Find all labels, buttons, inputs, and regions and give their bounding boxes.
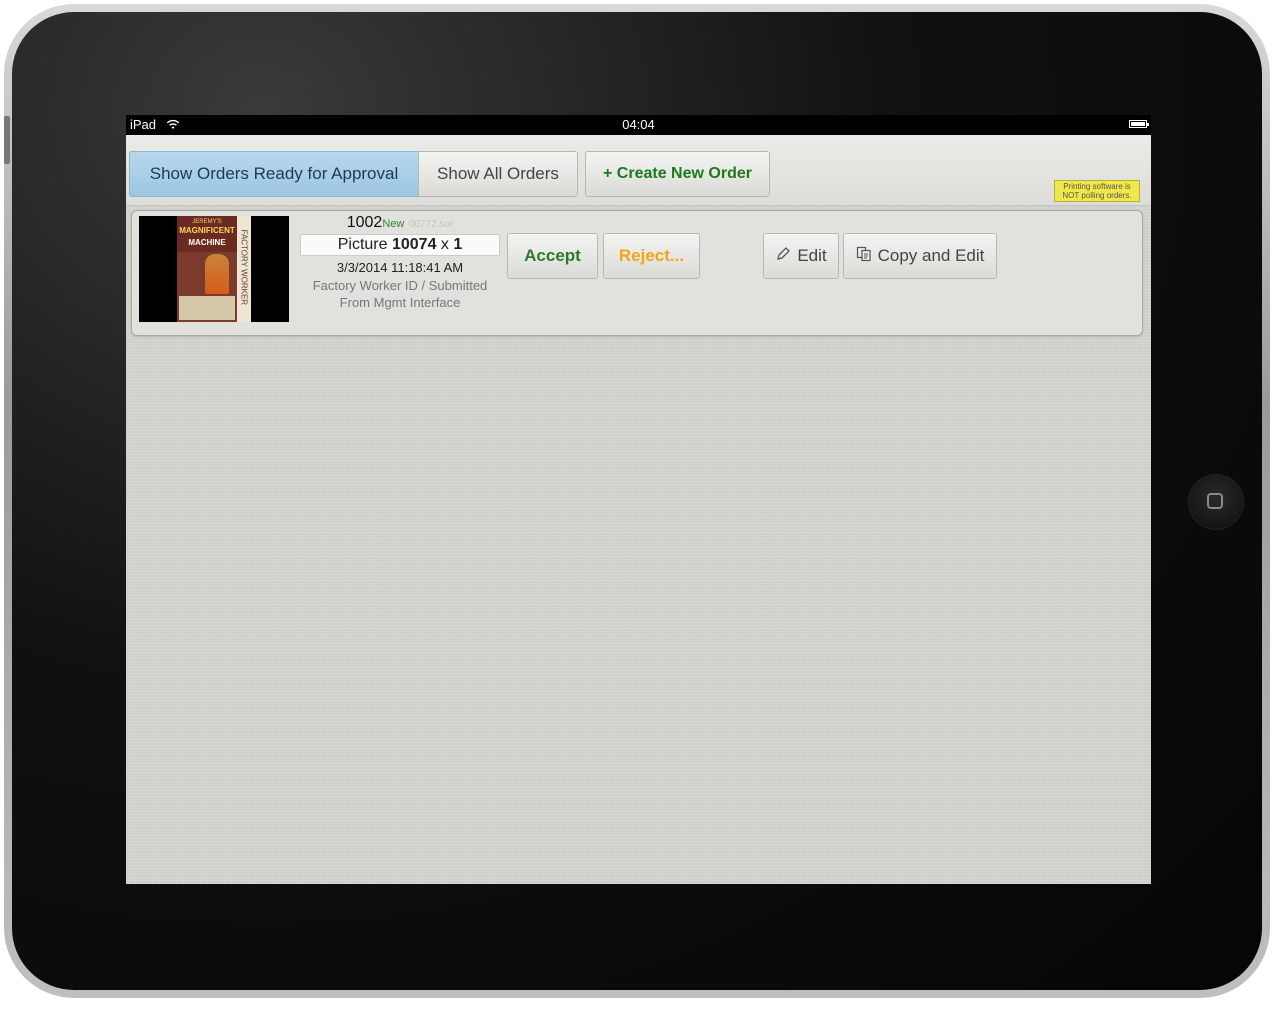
submitter-line2: From Mgmt Interface xyxy=(339,295,461,310)
home-button[interactable] xyxy=(1188,474,1244,530)
order-number: 1002 xyxy=(346,214,383,231)
order-status: New xyxy=(382,218,405,230)
reject-button[interactable]: Reject... xyxy=(603,233,700,279)
poster-image: JEREMY'S MAGNIFICENT MACHINE FACTORY WOR… xyxy=(177,216,251,322)
copy-and-edit-label: Copy and Edit xyxy=(877,246,985,265)
order-number-line: 1002New 00772.sor xyxy=(300,214,500,232)
show-orders-ready-for-approval-button[interactable]: Show Orders Ready for Approval xyxy=(129,151,419,197)
create-new-order-button[interactable]: + Create New Order xyxy=(585,151,770,197)
picture-prefix: Picture xyxy=(337,236,388,253)
order-datetime: 3/3/2014 11:18:41 AM xyxy=(336,260,464,275)
poster-spine-text: FACTORY WORKER xyxy=(239,229,249,306)
side-switch xyxy=(4,116,10,164)
toolbar: Show Orders Ready for Approval Show All … xyxy=(126,135,1151,206)
poster-panel xyxy=(179,296,235,320)
home-icon xyxy=(1207,493,1223,509)
order-file: 00772.sor xyxy=(408,219,454,230)
poster-title-line1: JEREMY'S xyxy=(192,219,222,225)
order-card: JEREMY'S MAGNIFICENT MACHINE FACTORY WOR… xyxy=(131,210,1143,336)
pencil-icon xyxy=(775,246,791,267)
screen: iPad 04:04 Show Orders Ready for Approva… xyxy=(126,115,1151,884)
battery-icon xyxy=(1129,120,1149,128)
poster-title-line2: MAGNIFICENT xyxy=(179,226,235,235)
accept-button[interactable]: Accept xyxy=(507,233,598,279)
order-submitter: Factory Worker ID / Submitted From Mgmt … xyxy=(288,277,512,311)
picture-id: 10074 xyxy=(391,236,437,253)
order-thumbnail[interactable]: JEREMY'S MAGNIFICENT MACHINE FACTORY WOR… xyxy=(139,216,289,322)
copy-icon xyxy=(856,246,872,267)
picture-x: x xyxy=(440,236,449,253)
poster-figure xyxy=(205,254,229,294)
copy-and-edit-button[interactable]: Copy and Edit xyxy=(843,233,997,279)
submitter-line1: Factory Worker ID / Submitted xyxy=(312,278,488,293)
status-bar: iPad 04:04 xyxy=(126,115,1151,135)
edit-label: Edit xyxy=(797,246,827,265)
show-all-orders-button[interactable]: Show All Orders xyxy=(418,151,578,197)
polling-status-notice: Printing software is NOT polling orders. xyxy=(1054,180,1140,202)
edit-button[interactable]: Edit xyxy=(763,233,839,279)
poster-title-line3: MACHINE xyxy=(188,238,226,247)
picture-quantity: 1 xyxy=(453,236,463,253)
picture-line: Picture 10074 x 1 xyxy=(300,234,500,256)
status-clock: 04:04 xyxy=(622,117,655,132)
poster-spine: FACTORY WORKER xyxy=(237,216,251,322)
